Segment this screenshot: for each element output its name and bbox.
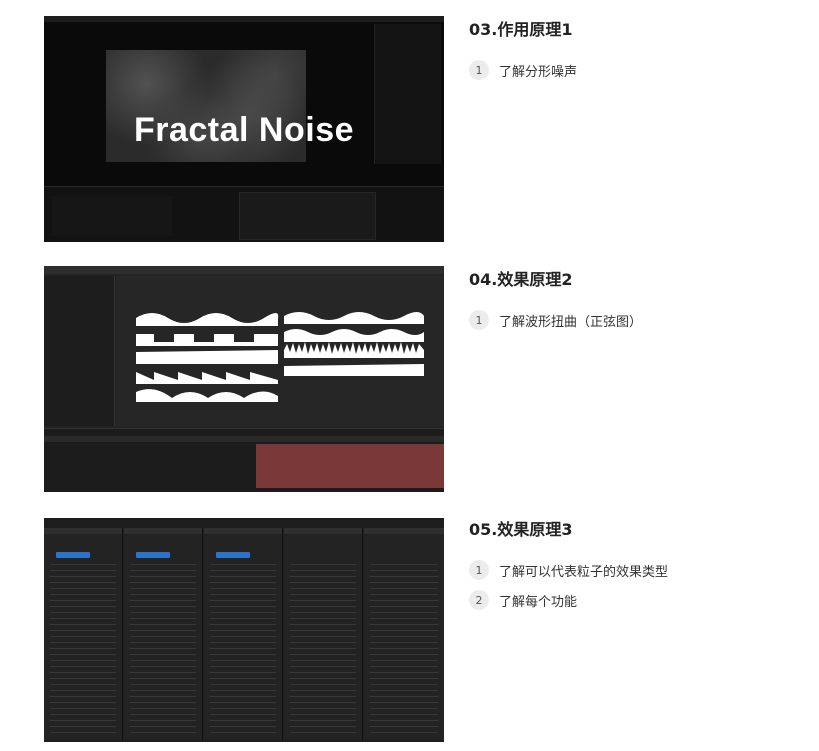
- item-number: 1: [469, 310, 489, 330]
- item-label: 了解每个功能: [499, 594, 578, 610]
- item-label: 了解分形噪声: [499, 64, 578, 80]
- effect-panel-3: [204, 528, 283, 740]
- effect-panel-4: [284, 528, 363, 740]
- lesson-thumbnail[interactable]: [44, 266, 444, 492]
- timeline-track: [239, 192, 376, 240]
- thumbnail-caption: Fractal Noise: [133, 111, 355, 149]
- lesson-title: 05.效果原理3: [469, 520, 573, 539]
- app-menubar: [44, 16, 444, 22]
- lesson-title: 04.效果原理2: [469, 270, 573, 289]
- app-toolbar: [44, 266, 444, 274]
- effect-panel-5: [364, 528, 444, 740]
- layer-bars: [256, 444, 444, 488]
- lesson-title: 03.作用原理1: [469, 20, 573, 39]
- list-item[interactable]: 1 了解可以代表粒子的效果类型: [469, 560, 799, 580]
- effect-panel-2: [124, 528, 203, 740]
- item-number: 1: [469, 60, 489, 80]
- lesson-thumbnail[interactable]: Fractal Noise: [44, 16, 444, 242]
- list-item[interactable]: 1 了解分形噪声: [469, 60, 799, 80]
- item-number: 1: [469, 560, 489, 580]
- list-item[interactable]: 1 了解波形扭曲（正弦图）: [469, 310, 799, 330]
- item-number: 2: [469, 590, 489, 610]
- effect-controls-panel: [44, 276, 115, 426]
- list-item[interactable]: 2 了解每个功能: [469, 590, 799, 610]
- item-label: 了解可以代表粒子的效果类型: [499, 564, 669, 580]
- wave-warp-preview: [136, 312, 424, 402]
- effect-panel-1: [44, 528, 123, 740]
- item-label: 了解波形扭曲（正弦图）: [499, 314, 643, 330]
- layer-list: [52, 196, 172, 236]
- lesson-thumbnail[interactable]: [44, 518, 444, 742]
- timeline-ruler: [44, 436, 444, 442]
